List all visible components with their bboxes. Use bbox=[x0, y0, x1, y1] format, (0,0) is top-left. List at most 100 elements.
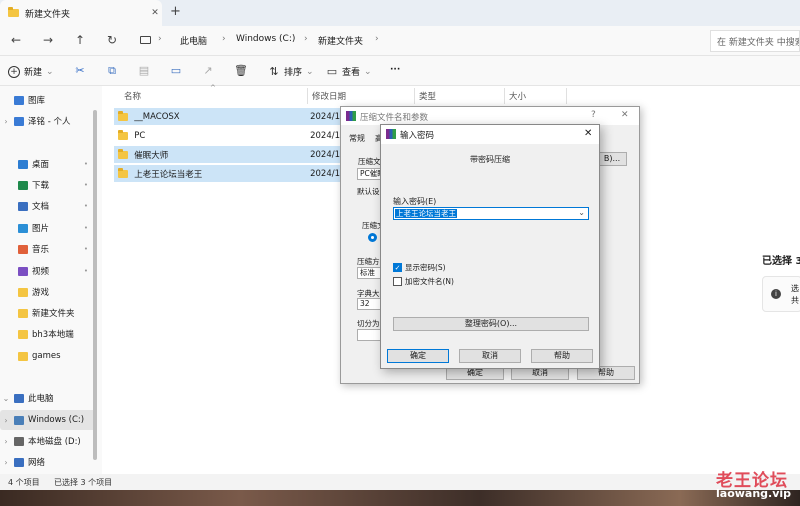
password-input[interactable]: 上老王论坛当老王 ⌄ bbox=[393, 207, 589, 220]
password-dialog-titlebar: 输入密码 ✕ bbox=[381, 125, 599, 144]
sidebar-item-pictures[interactable]: 图片 • bbox=[0, 218, 96, 238]
chevron-icon[interactable]: › bbox=[0, 458, 12, 467]
checkbox-checked-icon: ✓ bbox=[393, 263, 402, 272]
sidebar-item-personal[interactable]: › 泽铭 - 个人 bbox=[0, 111, 96, 131]
up-button[interactable]: ↑ bbox=[72, 32, 88, 48]
view-button[interactable]: ▭ 查看 ⌄ bbox=[326, 65, 372, 78]
winrar-icon bbox=[346, 111, 356, 121]
breadcrumb-drive-c[interactable]: Windows (C:) bbox=[236, 34, 295, 44]
format-radio[interactable] bbox=[368, 233, 377, 242]
sort-button[interactable]: ⇅ 排序 ⌄ bbox=[268, 64, 313, 78]
download-icon bbox=[18, 180, 28, 190]
rename-icon[interactable]: ▭ bbox=[170, 65, 182, 77]
file-row[interactable]: __MACOSX 2024/1 bbox=[114, 108, 340, 125]
column-divider[interactable] bbox=[566, 88, 567, 104]
column-divider[interactable] bbox=[307, 88, 308, 104]
sidebar-item-drive-c[interactable]: › Windows (C:) bbox=[0, 410, 96, 430]
chevron-down-icon[interactable]: ⌄ bbox=[578, 208, 585, 217]
password-help-button[interactable]: 帮助 bbox=[531, 349, 593, 363]
delete-icon[interactable]: 🗑 bbox=[234, 65, 248, 77]
sidebar-item-desktop[interactable]: 桌面 • bbox=[0, 154, 96, 174]
chevron-icon[interactable]: › bbox=[0, 117, 12, 126]
column-header-date[interactable]: 修改日期 bbox=[312, 90, 346, 102]
chevron-icon[interactable]: ⌄ bbox=[0, 394, 12, 403]
sidebar-item-games-folder[interactable]: 游戏 bbox=[0, 282, 96, 302]
breadcrumb-folder[interactable]: 新建文件夹 bbox=[318, 34, 363, 47]
chevron-icon[interactable]: › bbox=[0, 437, 12, 446]
back-button[interactable]: ← bbox=[8, 32, 24, 48]
breadcrumb-this-pc[interactable]: 此电脑 bbox=[180, 34, 207, 47]
dictionary-select[interactable]: 32 bbox=[357, 298, 381, 310]
archive-name-field[interactable]: PC催眠 bbox=[357, 168, 381, 180]
column-header-name[interactable]: 名称 bbox=[124, 90, 141, 102]
file-row[interactable]: 催眠大师 2024/1 bbox=[114, 146, 340, 163]
sidebar-item-new-folder[interactable]: 新建文件夹 bbox=[0, 303, 96, 323]
pin-icon: • bbox=[83, 267, 88, 275]
tab-current[interactable]: 新建文件夹 ✕ bbox=[0, 0, 162, 26]
organize-passwords-button[interactable]: 整理密码(O)... bbox=[393, 317, 589, 331]
pin-icon: • bbox=[83, 245, 88, 253]
sidebar-item-label: Windows (C:) bbox=[28, 415, 85, 425]
forward-button[interactable]: → bbox=[40, 32, 56, 48]
sidebar-item-documents[interactable]: 文档 • bbox=[0, 196, 96, 216]
browse-button[interactable]: B)... bbox=[597, 152, 627, 166]
archive-dialog-close-button[interactable]: ✕ bbox=[621, 110, 629, 120]
cut-icon[interactable]: ✂ bbox=[74, 65, 86, 77]
new-tab-button[interactable]: + bbox=[170, 4, 181, 19]
status-selected-count: 已选择 3 个项目 bbox=[54, 478, 113, 487]
sidebar-item-downloads[interactable]: 下载 • bbox=[0, 175, 96, 195]
monitor-icon bbox=[140, 36, 151, 44]
desktop-wallpaper-strip bbox=[0, 490, 800, 506]
column-header-type[interactable]: 类型 bbox=[419, 90, 436, 102]
password-cancel-button[interactable]: 取消 bbox=[459, 349, 521, 363]
folder-icon bbox=[118, 148, 129, 159]
info-icon: i bbox=[771, 289, 781, 299]
new-label: 新建 bbox=[24, 68, 43, 78]
sidebar-item-network[interactable]: › 网络 bbox=[0, 452, 96, 472]
sidebar-item-drive-d[interactable]: › 本地磁盘 (D:) bbox=[0, 431, 96, 451]
sidebar-item-bh3[interactable]: bh3本地端 bbox=[0, 324, 96, 344]
column-divider[interactable] bbox=[504, 88, 505, 104]
tab-close-button[interactable]: ✕ bbox=[148, 8, 162, 18]
sidebar-item-videos[interactable]: 视频 • bbox=[0, 261, 96, 281]
share-icon[interactable]: ↗ bbox=[202, 65, 214, 77]
method-select[interactable]: 标准 bbox=[357, 267, 381, 279]
tab-general[interactable]: 常规 bbox=[349, 133, 365, 144]
encrypt-filenames-checkbox[interactable]: 加密文件名(N) bbox=[393, 276, 454, 287]
sort-icon: ⇅ bbox=[269, 64, 279, 78]
picture-icon bbox=[18, 223, 28, 233]
folder-icon bbox=[118, 129, 129, 140]
column-header-size[interactable]: 大小 bbox=[509, 90, 526, 102]
password-ok-button[interactable]: 确定 bbox=[387, 349, 449, 363]
help-icon[interactable]: ? bbox=[591, 110, 596, 120]
file-date: 2024/1 bbox=[310, 111, 340, 122]
sidebar-item-gallery[interactable]: 图库 bbox=[0, 90, 96, 110]
column-divider[interactable] bbox=[414, 88, 415, 104]
sidebar-item-music[interactable]: 音乐 • bbox=[0, 239, 96, 259]
password-dialog-heading: 带密码压缩 bbox=[470, 155, 510, 164]
paste-icon[interactable]: ▤ bbox=[138, 65, 150, 77]
details-pane: 已选择 3 i 选 共 bbox=[750, 86, 800, 474]
status-bar: 4 个项目 已选择 3 个项目 bbox=[0, 474, 800, 490]
password-dialog: 输入密码 ✕ 带密码压缩 输入密码(E) 上老王论坛当老王 ⌄ ✓ 显示密码(S… bbox=[380, 124, 600, 369]
sidebar-item-label: 文档 bbox=[32, 202, 50, 212]
sidebar-item-this-pc[interactable]: ⌄ 此电脑 bbox=[0, 388, 96, 408]
split-volumes-field[interactable] bbox=[357, 329, 381, 341]
file-row[interactable]: PC 2024/1 bbox=[114, 127, 340, 144]
archive-dialog-title: 压缩文件名和参数 bbox=[360, 113, 429, 123]
folder-icon bbox=[18, 329, 28, 339]
sidebar-item-games[interactable]: games bbox=[0, 346, 96, 366]
show-password-checkbox[interactable]: ✓ 显示密码(S) bbox=[393, 262, 446, 273]
sidebar-item-label: 桌面 bbox=[32, 160, 50, 170]
more-button[interactable]: ··· bbox=[390, 65, 400, 75]
password-dialog-close-button[interactable]: ✕ bbox=[584, 128, 592, 139]
file-row[interactable]: 上老王论坛当老王 2024/1 bbox=[114, 165, 340, 182]
search-input[interactable]: 在 新建文件夹 中搜索 bbox=[710, 30, 800, 52]
copy-icon[interactable]: ⧉ bbox=[106, 65, 118, 77]
monitor-icon bbox=[14, 393, 24, 403]
new-button[interactable]: + 新建 ⌄ bbox=[8, 65, 54, 78]
details-selected-title: 已选择 3 bbox=[762, 256, 800, 267]
chevron-icon[interactable]: › bbox=[0, 416, 12, 425]
sidebar-scrollbar[interactable] bbox=[93, 110, 97, 460]
refresh-button[interactable]: ↻ bbox=[104, 32, 120, 48]
